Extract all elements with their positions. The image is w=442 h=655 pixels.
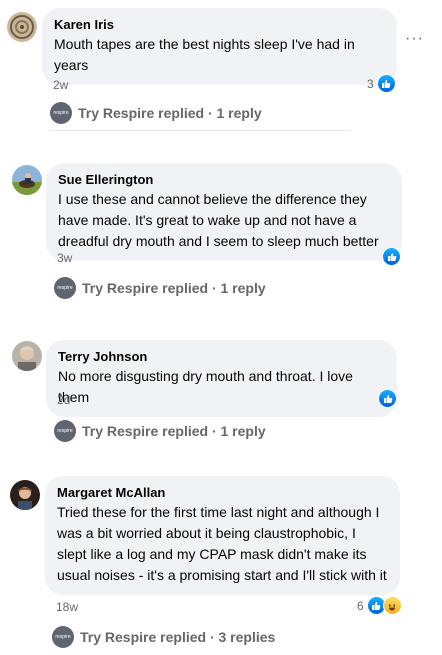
- like-reaction-icon: [382, 247, 401, 266]
- reaction-summary[interactable]: [382, 247, 401, 266]
- avatar[interactable]: [7, 12, 37, 42]
- divider: [50, 130, 350, 131]
- comment-author[interactable]: Karen Iris: [54, 16, 385, 33]
- reaction-summary[interactable]: [378, 389, 397, 408]
- reaction-summary[interactable]: 3: [367, 74, 396, 93]
- comment-author[interactable]: Sue Ellerington: [58, 171, 390, 188]
- haha-reaction-icon: [382, 596, 402, 615]
- replies-link[interactable]: respire Try Respire replied · 1 reply: [54, 420, 266, 442]
- replies-label: Try Respire replied · 1 reply: [78, 105, 262, 121]
- comment-bubble[interactable]: Sue Ellerington I use these and cannot b…: [46, 163, 402, 261]
- avatar[interactable]: [12, 341, 42, 371]
- comment-timestamp[interactable]: 18w: [56, 600, 78, 614]
- comment-timestamp[interactable]: 3w: [57, 251, 72, 265]
- comment-author[interactable]: Margaret McAllan: [57, 484, 388, 501]
- respire-avatar: respire: [54, 420, 76, 442]
- comment-timestamp[interactable]: 2w: [53, 78, 68, 92]
- more-options-icon[interactable]: ···: [405, 30, 424, 48]
- replies-link[interactable]: respire Try Respire replied · 3 replies: [52, 626, 275, 648]
- replies-label: Try Respire replied · 1 reply: [82, 423, 266, 439]
- comment-bubble[interactable]: Terry Johnson No more disgusting dry mou…: [46, 340, 397, 417]
- comment-bubble[interactable]: Karen Iris Mouth tapes are the best nigh…: [42, 8, 397, 85]
- like-reaction-icon: [378, 389, 397, 408]
- respire-avatar: respire: [54, 277, 76, 299]
- comment-text: I use these and cannot believe the diffe…: [58, 191, 379, 249]
- reaction-count: 3: [367, 76, 374, 91]
- comment-text: Mouth tapes are the best nights sleep I'…: [54, 36, 355, 73]
- respire-avatar: respire: [52, 626, 74, 648]
- avatar[interactable]: [10, 480, 40, 510]
- comment-bubble[interactable]: Margaret McAllan Tried these for the fir…: [45, 476, 400, 595]
- replies-label: Try Respire replied · 1 reply: [82, 280, 266, 296]
- comment-author[interactable]: Terry Johnson: [58, 348, 385, 365]
- comment-text: No more disgusting dry mouth and throat.…: [58, 368, 353, 405]
- replies-link[interactable]: respire Try Respire replied · 1 reply: [54, 277, 266, 299]
- comment-text: Tried these for the first time last nigh…: [57, 504, 387, 583]
- replies-label: Try Respire replied · 3 replies: [80, 629, 276, 645]
- reaction-summary[interactable]: 6: [357, 596, 402, 615]
- replies-link[interactable]: respire Try Respire replied · 1 reply: [50, 102, 262, 124]
- comment-timestamp[interactable]: 2d: [57, 393, 70, 407]
- reaction-count: 6: [357, 598, 364, 613]
- like-reaction-icon: [376, 74, 396, 93]
- avatar[interactable]: [12, 165, 42, 195]
- respire-avatar: respire: [50, 102, 72, 124]
